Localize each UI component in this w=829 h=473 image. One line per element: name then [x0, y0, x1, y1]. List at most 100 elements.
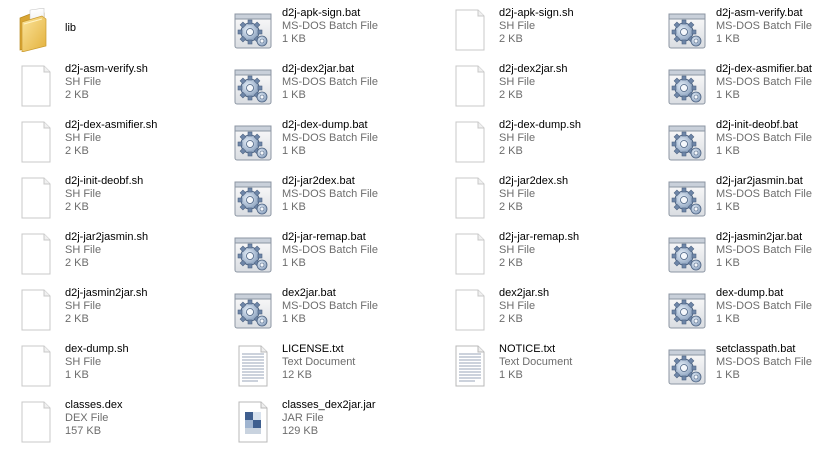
file-icon-container: [450, 288, 490, 332]
file-item[interactable]: LICENSE.txt Text Document 12 KB: [217, 341, 427, 391]
file-item[interactable]: d2j-jasmin2jar.sh SH File 2 KB: [0, 285, 210, 335]
blank-document-icon: [21, 401, 51, 443]
file-item[interactable]: dex-dump.sh SH File 1 KB: [0, 341, 210, 391]
file-name: d2j-dex2jar.bat: [282, 63, 355, 75]
file-item[interactable]: d2j-jar2jasmin.bat MS-DOS Batch File 1 KB: [651, 173, 829, 223]
file-name: d2j-apk-sign.bat: [282, 7, 361, 19]
file-icon-container: [16, 232, 56, 276]
file-type: MS-DOS Batch File: [716, 244, 812, 256]
file-item[interactable]: dex-dump.bat MS-DOS Batch File 1 KB: [651, 285, 829, 335]
file-item[interactable]: classes_dex2jar.jar JAR File 129 KB: [217, 397, 427, 447]
file-item[interactable]: d2j-jasmin2jar.bat MS-DOS Batch File 1 KB: [651, 229, 829, 279]
file-item[interactable]: d2j-asm-verify.sh SH File 2 KB: [0, 61, 210, 111]
blank-document-icon: [21, 121, 51, 163]
file-type: MS-DOS Batch File: [282, 76, 378, 88]
file-item[interactable]: NOTICE.txt Text Document 1 KB: [434, 341, 644, 391]
file-text-block: d2j-dex2jar.sh SH File 2 KB: [499, 63, 568, 102]
file-size: 2 KB: [499, 313, 523, 325]
file-size: 2 KB: [499, 201, 523, 213]
file-name: d2j-jar-remap.bat: [282, 231, 366, 243]
file-text-block: d2j-jar2jasmin.bat MS-DOS Batch File 1 KB: [716, 175, 812, 214]
file-item[interactable]: d2j-init-deobf.bat MS-DOS Batch File 1 KB: [651, 117, 829, 167]
file-type: MS-DOS Batch File: [716, 76, 812, 88]
file-size: 1 KB: [499, 369, 523, 381]
file-name: d2j-init-deobf.bat: [716, 119, 798, 131]
file-text-block: d2j-jasmin2jar.bat MS-DOS Batch File 1 KB: [716, 231, 812, 270]
file-icon-container: [667, 8, 707, 52]
file-item[interactable]: d2j-dex-asmifier.bat MS-DOS Batch File 1 K…: [651, 61, 829, 111]
file-size: 2 KB: [65, 89, 89, 101]
file-name: d2j-dex2jar.sh: [499, 63, 568, 75]
file-item[interactable]: dex2jar.bat MS-DOS Batch File 1 KB: [217, 285, 427, 335]
file-type: SH File: [499, 76, 536, 88]
file-name: LICENSE.txt: [282, 343, 344, 355]
file-name: d2j-dex-dump.sh: [499, 119, 581, 131]
file-item[interactable]: d2j-asm-verify.bat MS-DOS Batch File 1 KB: [651, 5, 829, 55]
file-icon-container: [667, 176, 707, 220]
file-name: classes_dex2jar.jar: [282, 399, 376, 411]
batch-file-gear-icon: [234, 293, 272, 329]
file-type: SH File: [65, 356, 102, 368]
batch-file-gear-icon: [668, 349, 706, 385]
file-item[interactable]: dex2jar.sh SH File 2 KB: [434, 285, 644, 335]
blank-document-icon: [455, 9, 485, 51]
file-item[interactable]: d2j-apk-sign.sh SH File 2 KB: [434, 5, 644, 55]
file-size: 1 KB: [716, 145, 740, 157]
jar-archive-icon: [238, 401, 268, 443]
text-document-icon: [455, 345, 485, 387]
file-name: d2j-jar2jasmin.sh: [65, 231, 149, 243]
file-name: d2j-dex-dump.bat: [282, 119, 368, 131]
file-item[interactable]: lib: [0, 5, 210, 55]
file-size: 2 KB: [499, 89, 523, 101]
text-document-icon: [238, 345, 268, 387]
file-item[interactable]: d2j-jar-remap.bat MS-DOS Batch File 1 KB: [217, 229, 427, 279]
file-item[interactable]: setclasspath.bat MS-DOS Batch File 1 KB: [651, 341, 829, 391]
file-item[interactable]: d2j-init-deobf.sh SH File 2 KB: [0, 173, 210, 223]
file-item[interactable]: d2j-dex-dump.bat MS-DOS Batch File 1 KB: [217, 117, 427, 167]
file-item[interactable]: d2j-dex2jar.sh SH File 2 KB: [434, 61, 644, 111]
file-type: MS-DOS Batch File: [716, 132, 812, 144]
file-item[interactable]: classes.dex DEX File 157 KB: [0, 397, 210, 447]
file-text-block: classes.dex DEX File 157 KB: [65, 399, 122, 438]
file-item[interactable]: d2j-jar2jasmin.sh SH File 2 KB: [0, 229, 210, 279]
file-icon-container: [233, 344, 273, 388]
file-type: DEX File: [65, 412, 109, 424]
blank-document-icon: [21, 233, 51, 275]
file-item[interactable]: d2j-apk-sign.bat MS-DOS Batch File 1 KB: [217, 5, 427, 55]
file-item[interactable]: d2j-dex-asmifier.sh SH File 2 KB: [0, 117, 210, 167]
file-text-block: d2j-dex2jar.bat MS-DOS Batch File 1 KB: [282, 63, 378, 102]
file-item[interactable]: d2j-jar2dex.sh SH File 2 KB: [434, 173, 644, 223]
file-text-block: d2j-dex-dump.sh SH File 2 KB: [499, 119, 581, 158]
batch-file-gear-icon: [668, 69, 706, 105]
file-name: d2j-asm-verify.sh: [65, 63, 148, 75]
file-size: 1 KB: [716, 369, 740, 381]
file-size: 2 KB: [65, 145, 89, 157]
file-type: SH File: [499, 244, 536, 256]
batch-file-gear-icon: [234, 237, 272, 273]
folder-icon: [19, 8, 47, 52]
file-type: MS-DOS Batch File: [282, 132, 378, 144]
file-type: MS-DOS Batch File: [282, 20, 378, 32]
file-text-block: dex2jar.bat MS-DOS Batch File 1 KB: [282, 287, 378, 326]
file-size: 2 KB: [499, 145, 523, 157]
file-icon-container: [233, 120, 273, 164]
file-size: 1 KB: [716, 89, 740, 101]
batch-file-gear-icon: [668, 181, 706, 217]
file-item[interactable]: d2j-jar-remap.sh SH File 2 KB: [434, 229, 644, 279]
file-text-block: d2j-init-deobf.sh SH File 2 KB: [65, 175, 143, 214]
file-icon-container: [233, 232, 273, 276]
file-type: MS-DOS Batch File: [282, 244, 378, 256]
file-item[interactable]: d2j-jar2dex.bat MS-DOS Batch File 1 KB: [217, 173, 427, 223]
file-size: 1 KB: [716, 257, 740, 269]
blank-document-icon: [455, 177, 485, 219]
blank-document-icon: [455, 121, 485, 163]
file-item[interactable]: d2j-dex2jar.bat MS-DOS Batch File 1 KB: [217, 61, 427, 111]
file-type: JAR File: [282, 412, 324, 424]
blank-document-icon: [21, 65, 51, 107]
file-text-block: d2j-asm-verify.sh SH File 2 KB: [65, 63, 148, 102]
file-icon-container: [667, 120, 707, 164]
file-name: d2j-jar2jasmin.bat: [716, 175, 803, 187]
file-icon-container: [233, 400, 273, 444]
file-icon-container: [16, 400, 56, 444]
file-item[interactable]: d2j-dex-dump.sh SH File 2 KB: [434, 117, 644, 167]
